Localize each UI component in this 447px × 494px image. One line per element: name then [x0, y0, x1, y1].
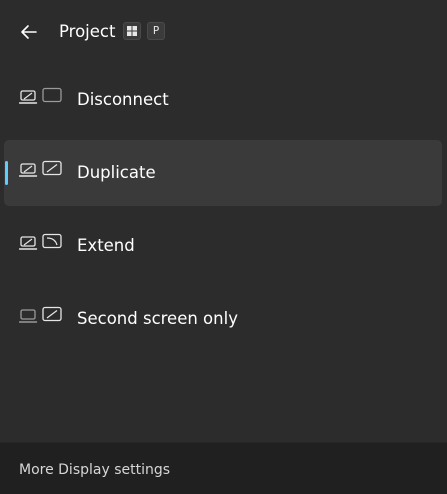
second-screen-only-icon: [19, 306, 62, 323]
duplicate-icon: [19, 160, 62, 177]
option-extend[interactable]: Extend: [4, 213, 442, 279]
option-duplicate[interactable]: Duplicate: [4, 140, 442, 206]
windows-logo-icon: [127, 26, 137, 36]
option-label: Second screen only: [77, 309, 238, 328]
selection-indicator: [5, 161, 8, 185]
extend-icon: [19, 233, 62, 250]
p-key-chip: P: [147, 22, 165, 40]
back-button[interactable]: [14, 20, 44, 44]
option-label: Duplicate: [77, 163, 156, 182]
back-arrow-icon: [21, 25, 37, 39]
windows-key-chip: [123, 22, 141, 40]
flyout-footer: More Display settings: [0, 442, 447, 494]
flyout-header: Project P: [0, 0, 447, 64]
option-second-screen-only[interactable]: Second screen only: [4, 286, 442, 352]
option-label: Extend: [77, 236, 135, 255]
pc-screen-only-icon: [19, 87, 62, 104]
project-flyout: Project P Disconnect Duplicate Extend Se…: [0, 0, 447, 494]
option-label: Disconnect: [77, 90, 169, 109]
flyout-title: Project: [59, 22, 116, 41]
more-display-settings-link[interactable]: More Display settings: [19, 461, 170, 479]
option-disconnect[interactable]: Disconnect: [4, 67, 442, 133]
